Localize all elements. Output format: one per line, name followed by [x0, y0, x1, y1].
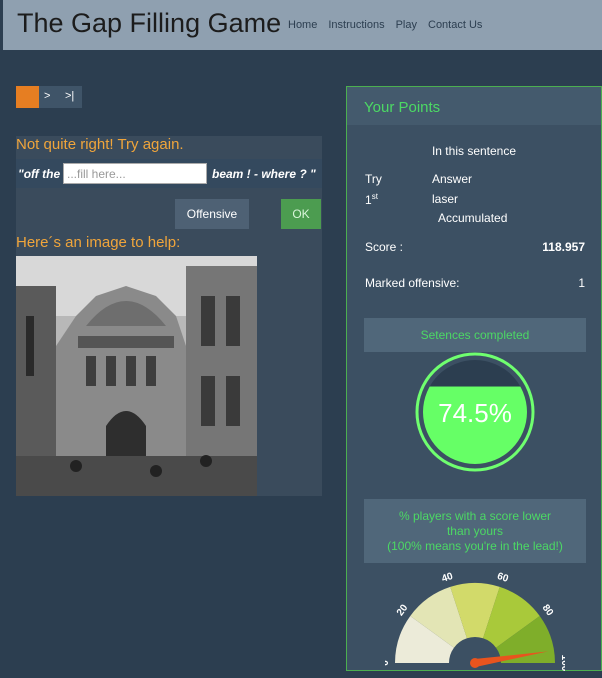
- marked-offensive-value: 1: [578, 276, 585, 290]
- players-title-line-2: than yours: [446, 524, 504, 538]
- page: The Gap Filling Game Home Instructions P…: [0, 0, 602, 678]
- completion-indicator: 74.5%: [415, 352, 535, 472]
- site-title: The Gap Filling Game: [17, 8, 282, 38]
- gauge-hub: [470, 658, 480, 668]
- hint-image: [16, 256, 257, 496]
- score-label: Score :: [365, 240, 404, 254]
- nav-contact-us[interactable]: Contact Us: [428, 19, 482, 31]
- header-bar: The Gap Filling Game Home Instructions P…: [3, 0, 602, 50]
- players-title-line-1: % players with a score lower: [398, 509, 552, 523]
- points-title: Your Points: [364, 99, 441, 116]
- sentence-before-text: "off the: [18, 167, 61, 181]
- try-number: 1st: [365, 192, 378, 207]
- sentence-after-text: beam ! - where ? ": [212, 167, 316, 181]
- players-gauge: 0 20 40 60 80 100: [385, 571, 565, 672]
- mark-offensive-button[interactable]: Offensive: [175, 199, 249, 229]
- players-lower-title: % players with a score lower than yours …: [364, 499, 586, 563]
- completion-value: 74.5%: [438, 398, 512, 428]
- score-value: 118.957: [542, 240, 585, 254]
- gauge-tick-label: 0: [385, 660, 391, 666]
- gauge-tick-label: 60: [496, 571, 510, 585]
- gap-fill-input[interactable]: [63, 163, 207, 184]
- gauge-tick-label: 20: [395, 602, 411, 618]
- feedback-message: Not quite right! Try again.: [16, 136, 184, 153]
- accumulated-label: Accumulated: [438, 211, 508, 225]
- try-header: Try: [365, 172, 382, 186]
- help-heading: Here´s an image to help:: [16, 234, 181, 251]
- nav-home[interactable]: Home: [288, 19, 317, 31]
- answer-value: laser: [432, 192, 459, 206]
- sentences-completed-title: Setences completed: [364, 318, 586, 352]
- ok-button[interactable]: OK: [281, 199, 321, 229]
- gauge-tick-label: 80: [540, 603, 556, 619]
- sentence-subtitle: In this sentence: [431, 144, 517, 158]
- gauge-tick-label: 40: [440, 571, 454, 585]
- last-sentence-button[interactable]: >|: [65, 90, 74, 102]
- nav-instructions[interactable]: Instructions: [328, 19, 384, 31]
- try-number-value: 1: [365, 193, 372, 207]
- current-sentence-marker[interactable]: [16, 86, 39, 108]
- gauge-tick-label: 100: [559, 655, 565, 672]
- try-number-suffix: st: [371, 192, 378, 201]
- sentence-navigator: > >|: [16, 86, 82, 108]
- next-sentence-button[interactable]: >: [44, 90, 50, 102]
- marked-offensive-label: Marked offensive:: [365, 276, 460, 290]
- players-title-line-3: (100% means you're in the lead!): [387, 539, 563, 553]
- points-panel: Your Points In this sentence Try Answer …: [346, 86, 602, 672]
- main-nav: Home Instructions Play Contact Us: [288, 19, 482, 31]
- answer-header: Answer: [432, 172, 473, 186]
- nav-play[interactable]: Play: [396, 19, 417, 31]
